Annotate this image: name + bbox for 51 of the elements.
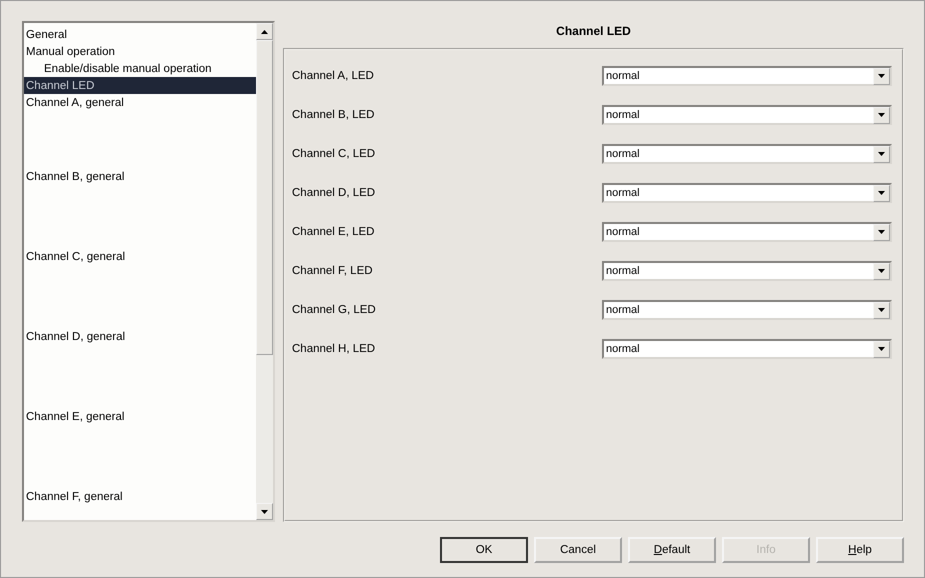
parameter-label: Channel C, LED (292, 148, 376, 160)
dropdown[interactable]: normal (602, 183, 892, 203)
tree-item[interactable]: Channel LED (24, 77, 256, 94)
caret-icon (878, 269, 885, 273)
caret-icon (878, 152, 885, 156)
parameter-label: Channel H, LED (292, 343, 376, 355)
parameter-label: Channel B, LED (292, 109, 374, 121)
dialog-button[interactable]: Help (816, 537, 904, 563)
caret-icon (878, 74, 885, 78)
down-arrow-icon (261, 510, 268, 514)
caret-icon (878, 191, 885, 195)
up-arrow-icon (261, 30, 268, 34)
caret-icon (878, 347, 885, 351)
tree-item[interactable]: Manual operation (24, 43, 256, 60)
tree-item[interactable]: Channel B, general (24, 111, 256, 191)
tree-item[interactable]: Channel D, general (24, 271, 256, 351)
caret-icon (878, 113, 885, 117)
scroll-up-button[interactable] (256, 23, 273, 40)
dropdown-button[interactable] (873, 184, 890, 202)
parameter-label: Channel G, LED (292, 304, 376, 316)
dropdown-button[interactable] (873, 340, 890, 358)
dropdown-button[interactable] (873, 146, 890, 162)
dropdown-button[interactable] (873, 302, 890, 318)
parameter-label: Channel F, LED (292, 265, 373, 277)
tree-item[interactable]: Channel A, general (24, 94, 256, 111)
tree-item[interactable]: Channel E, general (24, 351, 256, 431)
dropdown-button[interactable] (873, 262, 890, 280)
tree-item[interactable]: Channel F, general (24, 431, 256, 511)
parameter-label: Channel D, LED (292, 187, 376, 199)
dropdown[interactable]: normal (602, 66, 892, 86)
tree-item[interactable]: General (24, 26, 256, 43)
scroll-down-button[interactable] (256, 503, 273, 520)
dialog-button[interactable]: OK (440, 537, 528, 563)
caret-icon (878, 308, 885, 312)
dropdown[interactable]: normal (602, 261, 892, 281)
dropdown-button[interactable] (873, 68, 890, 84)
dropdown[interactable]: normal (602, 105, 892, 125)
dropdown[interactable]: normal (602, 300, 892, 320)
dropdown[interactable]: normal (602, 222, 892, 242)
dialog-button[interactable]: Cancel (534, 537, 622, 563)
dropdown-button[interactable] (873, 224, 890, 240)
caret-icon (878, 230, 885, 234)
parameter-label: Channel A, LED (292, 70, 374, 82)
dialog-button[interactable]: Default (628, 537, 716, 563)
panel-title: Channel LED (555, 23, 632, 40)
parameter-label: Channel E, LED (292, 226, 374, 238)
tree-item[interactable]: Channel C, general (24, 191, 256, 271)
dropdown-button[interactable] (873, 106, 890, 124)
dropdown[interactable]: normal (602, 144, 892, 164)
tree-item[interactable]: Enable/disable manual operation (24, 60, 256, 77)
dropdown[interactable]: normal (602, 339, 892, 359)
